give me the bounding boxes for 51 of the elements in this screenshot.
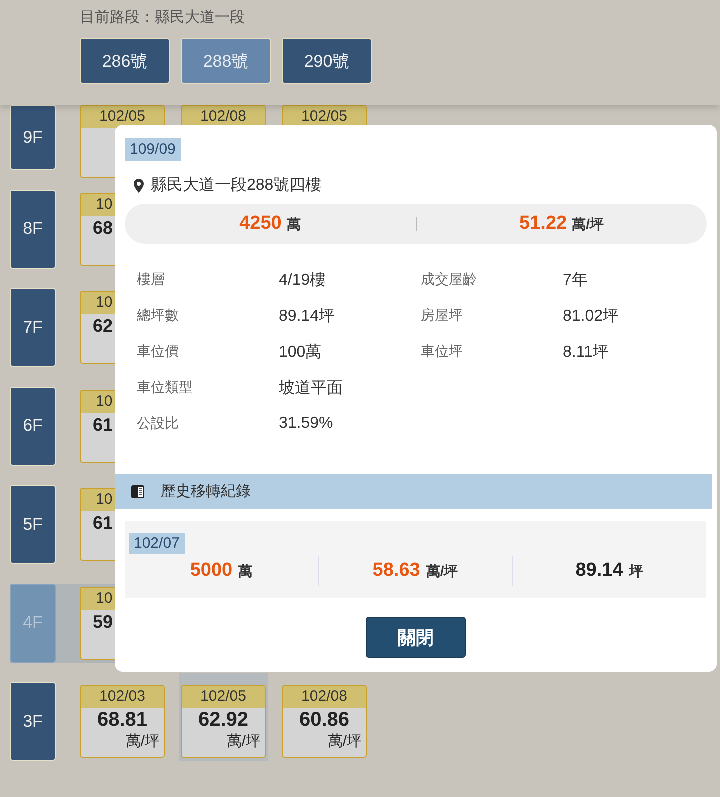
- route-label: 目前路段：縣民大道一段: [80, 8, 246, 28]
- detail-label: 車位價: [137, 343, 180, 361]
- detail-value: 8.11坪: [563, 342, 609, 362]
- date-tag: 102/07: [129, 533, 185, 554]
- detail-label: 成交屋齡: [421, 271, 478, 289]
- detail-value: 89.14坪: [279, 306, 336, 326]
- price-unit: 萬/坪: [572, 216, 604, 234]
- card-date: 10: [81, 588, 115, 610]
- card-price: 61: [92, 414, 114, 436]
- detail-label: 總坪數: [137, 307, 180, 325]
- detail-label: 車位類型: [137, 379, 194, 397]
- card-date: 102/05: [81, 106, 164, 128]
- detail-label: 房屋坪: [421, 307, 464, 325]
- section-title: 歷史移轉紀錄: [161, 482, 251, 501]
- card-date: 10: [81, 292, 115, 314]
- card-price: 60.86: [298, 708, 351, 732]
- date-tag: 109/09: [125, 138, 181, 161]
- detail-value: 100萬: [279, 342, 322, 362]
- card-price: 62.92: [197, 708, 250, 732]
- card-price: 59: [92, 610, 114, 634]
- detail-value: 31.59%: [279, 415, 334, 433]
- value-unit: 坪: [629, 563, 644, 581]
- card-date: 10: [81, 194, 115, 216]
- detail-value: 81.02坪: [563, 306, 620, 326]
- value-unit: 萬: [238, 563, 253, 581]
- detail-value: 坡道平面: [279, 378, 343, 398]
- detail-label: 樓層: [137, 271, 166, 289]
- price-unit: 萬: [286, 216, 301, 234]
- card-price: 62: [92, 315, 114, 338]
- address-text: 縣民大道一段288號四樓: [151, 176, 322, 196]
- unit-price: 51.22: [520, 213, 568, 235]
- card-price: 68.81: [96, 708, 149, 732]
- card-unit: 萬/坪: [226, 732, 261, 752]
- price-value: 5000: [190, 560, 233, 582]
- detail-label: 車位坪: [421, 343, 464, 361]
- total-price: 4250: [240, 213, 282, 235]
- card-price: 61: [92, 512, 114, 535]
- card-unit: 萬/坪: [326, 732, 362, 752]
- area-value: 89.14: [576, 560, 624, 582]
- detail-label: 公設比: [137, 415, 180, 433]
- card-unit: 萬/坪: [124, 732, 160, 752]
- detail-value: 7年: [563, 270, 588, 290]
- price-value: 58.63: [372, 560, 420, 582]
- card-price: 68: [92, 216, 114, 240]
- card-date: 102/03: [81, 686, 164, 708]
- value-unit: 萬/坪: [426, 563, 458, 581]
- card-date: 10: [81, 390, 115, 412]
- detail-value: 4/19樓: [279, 270, 326, 290]
- card-date: 10: [81, 489, 115, 511]
- card-date: 102/08: [283, 686, 366, 708]
- card-date: 102/05: [182, 686, 265, 708]
